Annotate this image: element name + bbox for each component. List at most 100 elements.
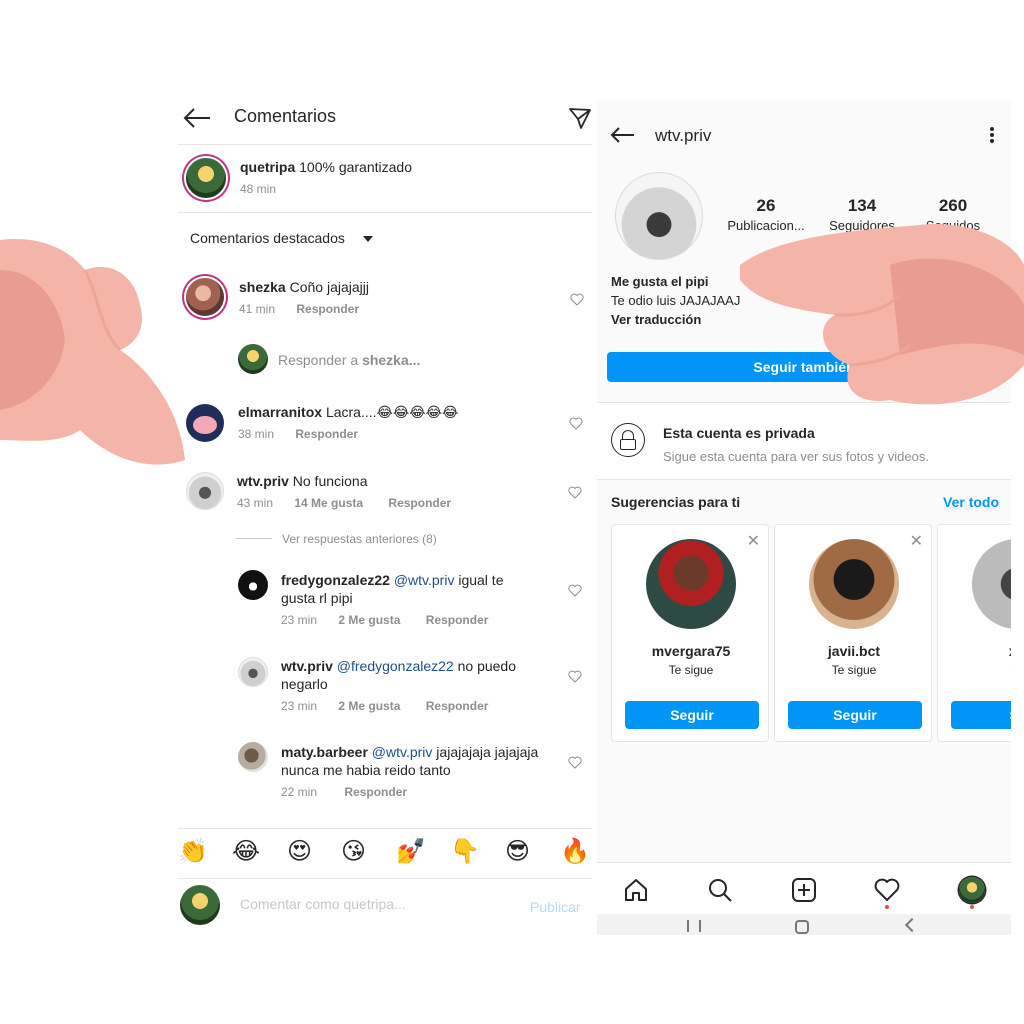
profile-picture[interactable] <box>615 172 703 260</box>
see-all-link[interactable]: Ver todo <box>943 494 999 510</box>
notification-dot <box>885 905 889 909</box>
avatar[interactable] <box>238 742 268 772</box>
avatar[interactable] <box>238 570 268 600</box>
avatar[interactable] <box>238 657 268 687</box>
suggestion-avatar[interactable] <box>809 539 899 629</box>
suggestion-subtitle: Te <box>938 663 1012 677</box>
heart-icon[interactable] <box>568 756 582 769</box>
fire-emoji-icon[interactable]: 🔥 <box>560 837 590 865</box>
laugh-emoji-icon[interactable]: 😂 <box>232 837 260 865</box>
comments-screen: Comentarios quetripa 100% garantizado 48… <box>178 100 592 935</box>
sunglasses-emoji-icon[interactable]: 😎 <box>505 837 530 865</box>
comment-text: jajajajaja jajajaja <box>432 744 539 760</box>
mention-link[interactable]: @wtv.priv <box>394 572 455 588</box>
suggestion-card[interactable]: xg Te Se <box>937 524 1011 742</box>
suggestion-card[interactable]: ✕ mvergara75 Te sigue Seguir <box>611 524 769 742</box>
suggestion-subtitle: Te sigue <box>668 663 714 677</box>
follow-button[interactable]: Se <box>951 701 1011 729</box>
comment: elmarranitox Lacra....😂😂😂😂😂 <box>238 403 458 421</box>
reply-button[interactable]: Responder <box>426 699 489 713</box>
bottom-navigation <box>597 862 1011 914</box>
comment-text: nunca me habia reido tanto <box>281 762 451 778</box>
clap-emoji-icon[interactable]: 👏 <box>178 837 208 865</box>
comment-user[interactable]: shezka <box>239 279 286 295</box>
comment-user[interactable]: wtv.priv <box>237 473 289 489</box>
caption-user[interactable]: quetripa <box>240 159 295 175</box>
comment-meta: 23 min 2 Me gusta Responder <box>281 699 488 713</box>
publish-button[interactable]: Publicar <box>530 899 581 915</box>
close-icon[interactable]: ✕ <box>910 531 923 551</box>
caption-time: 48 min <box>240 182 277 196</box>
comment-meta: 22 min Responder <box>281 785 407 799</box>
likes-count[interactable]: 14 Me gusta <box>294 496 363 510</box>
avatar[interactable] <box>186 404 224 442</box>
emoji-quick-bar: 👏 😂 😍 😘 💅 👇 😎 🔥 <box>178 828 592 874</box>
reply-button[interactable]: Responder <box>295 427 358 441</box>
comment-input[interactable] <box>240 896 490 912</box>
close-icon[interactable]: ✕ <box>747 531 760 551</box>
suggestion-subtitle: Te sigue <box>831 663 877 677</box>
heart-eyes-emoji-icon[interactable]: 😍 <box>287 837 312 865</box>
heart-icon[interactable] <box>568 486 582 499</box>
reply-comment: fredygonzalez22 @wtv.priv igual te gusta… <box>281 571 551 607</box>
reply-prompt[interactable]: Responder a shezka... <box>278 352 420 368</box>
view-previous-replies[interactable]: Ver respuestas anteriores (8) <box>282 532 437 546</box>
mention-link[interactable]: @fredygonzalez22 <box>337 658 454 674</box>
likes-count[interactable]: 2 Me gusta <box>338 699 400 713</box>
avatar[interactable] <box>186 158 226 198</box>
comment-text: gusta rl pipi <box>281 590 353 606</box>
divider <box>178 144 592 145</box>
comment-user[interactable]: wtv.priv <box>281 658 333 674</box>
back-arrow-icon[interactable] <box>182 106 212 130</box>
suggestion-avatar[interactable] <box>646 539 736 629</box>
reply-button[interactable]: Responder <box>296 302 359 316</box>
comment-text: No funciona <box>292 473 368 489</box>
nail-polish-emoji-icon[interactable]: 💅 <box>396 837 426 865</box>
reply-button[interactable]: Responder <box>344 785 407 799</box>
pointing-hand-right <box>740 224 1024 405</box>
suggestion-username[interactable]: javii.bct <box>775 643 933 659</box>
more-options-icon[interactable] <box>989 126 995 144</box>
comment-user[interactable]: fredygonzalez22 <box>281 572 390 588</box>
profile-tab-avatar[interactable] <box>959 877 985 903</box>
notification-dot <box>970 905 974 909</box>
kiss-emoji-icon[interactable]: 😘 <box>341 837 366 865</box>
comment-text: igual te <box>454 572 504 588</box>
comment-meta: 41 min Responder <box>239 302 359 316</box>
recent-apps-icon[interactable] <box>687 920 701 932</box>
suggestion-avatar[interactable] <box>972 539 1011 629</box>
comment-meta: 38 min Responder <box>238 427 358 441</box>
avatar[interactable] <box>186 472 224 510</box>
suggestion-username[interactable]: xg <box>938 643 1011 659</box>
comment-user[interactable]: maty.barbeer <box>281 744 368 760</box>
home-button-icon[interactable] <box>795 920 809 934</box>
back-nav-icon[interactable] <box>904 917 920 933</box>
reply-button[interactable]: Responder <box>388 496 451 510</box>
heart-icon[interactable] <box>874 877 900 903</box>
likes-count[interactable]: 2 Me gusta <box>338 613 400 627</box>
comment: wtv.priv No funciona <box>237 472 367 490</box>
comments-filter[interactable]: Comentarios destacados <box>190 230 373 246</box>
point-down-emoji-icon[interactable]: 👇 <box>450 837 480 865</box>
comment-meta: 43 min 14 Me gusta Responder <box>237 496 451 510</box>
send-icon[interactable] <box>568 106 592 130</box>
suggestion-username[interactable]: mvergara75 <box>612 643 770 659</box>
heart-icon[interactable] <box>569 417 583 430</box>
comment-user[interactable]: elmarranitox <box>238 404 322 420</box>
search-icon[interactable] <box>707 877 733 903</box>
mention-link[interactable]: @wtv.priv <box>372 744 433 760</box>
follow-button[interactable]: Seguir <box>625 701 759 729</box>
heart-icon[interactable] <box>568 670 582 683</box>
reply-button[interactable]: Responder <box>426 613 489 627</box>
home-icon[interactable] <box>623 877 649 903</box>
follow-button[interactable]: Seguir <box>788 701 922 729</box>
heart-icon[interactable] <box>568 584 582 597</box>
reply-prompt-user: shezka... <box>362 352 421 368</box>
heart-icon[interactable] <box>570 293 584 306</box>
see-translation-link[interactable]: Ver traducción <box>611 310 740 329</box>
back-arrow-icon[interactable] <box>609 126 635 144</box>
suggestion-card[interactable]: ✕ javii.bct Te sigue Seguir <box>774 524 932 742</box>
profile-header: wtv.priv <box>597 100 1011 166</box>
avatar[interactable] <box>186 278 224 316</box>
new-post-icon[interactable] <box>791 877 817 903</box>
